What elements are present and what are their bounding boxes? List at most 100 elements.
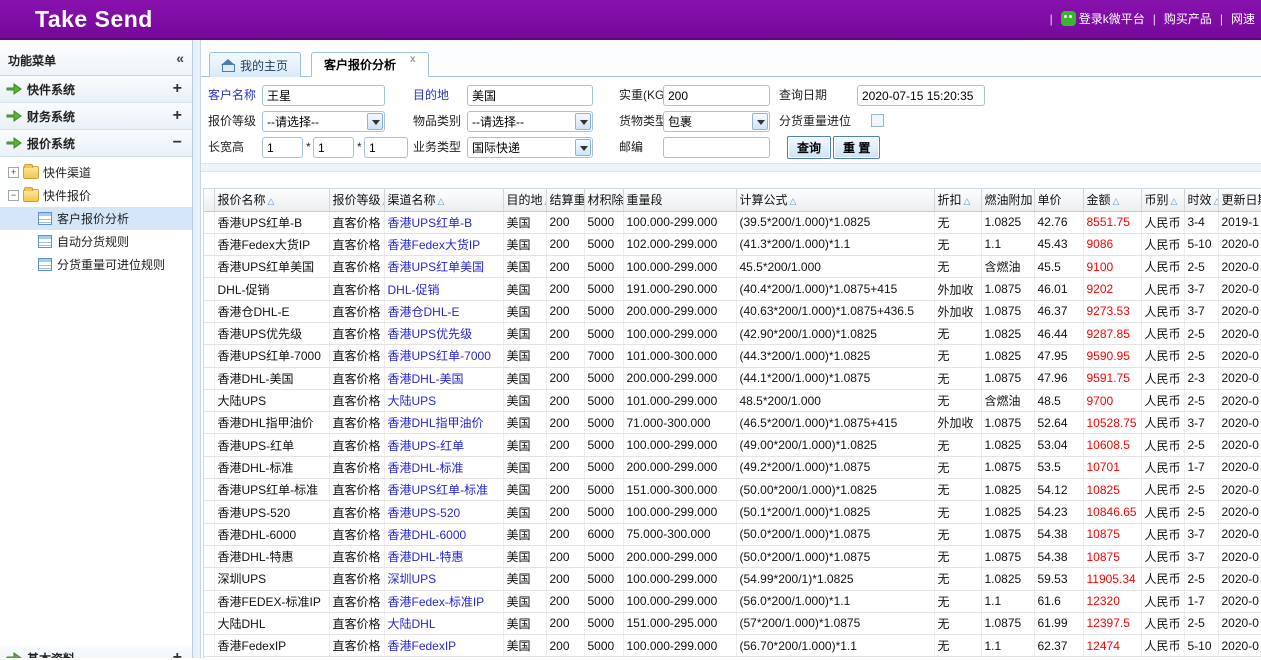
cell-channel[interactable]: 香港仓DHL-E	[384, 300, 503, 322]
table-row[interactable]: 香港UPS红单-7000直客价格香港UPS红单-7000美国2007000101…	[204, 345, 1261, 367]
column-header-amount[interactable]: 金额△	[1083, 189, 1141, 211]
tree-node-express-quote[interactable]: − 快件报价	[0, 184, 192, 207]
cell-channel[interactable]: 香港DHL-美国	[384, 367, 503, 389]
cell-channel[interactable]: 香港UPS优先级	[384, 322, 503, 344]
column-header-discount[interactable]: 折扣△	[934, 189, 981, 211]
destination-input[interactable]	[467, 85, 593, 106]
column-header-rowmark[interactable]	[204, 189, 214, 211]
tree-node-express-channel[interactable]: + 快件渠道	[0, 161, 192, 184]
cell-channel[interactable]: 香港DHL指甲油价	[384, 412, 503, 434]
item-category-select[interactable]: --请选择--	[467, 111, 593, 132]
column-header-fuel[interactable]: 燃油附加△	[981, 189, 1034, 211]
cell-channel[interactable]: 香港Fedex大货IP	[384, 233, 503, 255]
cargo-type-select[interactable]: 包裹	[663, 111, 770, 132]
tab-customer-quote-analysis[interactable]: 客户报价分析 x	[311, 52, 429, 77]
height-input[interactable]	[364, 137, 408, 158]
sidebar-collapse-icon[interactable]: «	[176, 52, 184, 75]
cell-aging: 2-5	[1184, 612, 1218, 634]
length-input[interactable]	[262, 137, 303, 158]
width-input[interactable]	[313, 137, 354, 158]
table-row[interactable]: 香港FedexIP直客价格香港FedexIP美国2005000100.000-2…	[204, 635, 1261, 657]
business-type-select[interactable]: 国际快递	[467, 137, 593, 158]
sort-icon[interactable]: △	[790, 196, 797, 206]
actual-weight-input[interactable]	[663, 85, 770, 106]
table-row[interactable]: 香港UPS-520直客价格香港UPS-520美国2005000100.000-2…	[204, 501, 1261, 523]
table-row[interactable]: 香港仓DHL-E直客价格香港仓DHL-E美国2005000200.000-299…	[204, 300, 1261, 322]
table-row[interactable]: 香港DHL-特惠直客价格香港DHL-特惠美国2005000200.000-299…	[204, 545, 1261, 567]
sort-icon[interactable]: △	[1171, 196, 1178, 206]
table-row[interactable]: 大陆UPS直客价格大陆UPS美国2005000101.000-299.00048…	[204, 389, 1261, 411]
cell-channel[interactable]: 大陆UPS	[384, 389, 503, 411]
cell-channel[interactable]: DHL-促销	[384, 278, 503, 300]
sort-icon[interactable]: △	[964, 196, 971, 206]
quote-grade-select[interactable]: --请选择--	[262, 111, 385, 132]
network-speed-link[interactable]: 网速	[1231, 10, 1255, 27]
table-row[interactable]: 香港DHL-标准直客价格香港DHL-标准美国2005000200.000-299…	[204, 456, 1261, 478]
column-header-aging[interactable]: 时效△	[1184, 189, 1218, 211]
column-header-settle-weight[interactable]: 结算重	[546, 189, 584, 211]
column-header-name[interactable]: 报价名称△	[214, 189, 329, 211]
cell-channel[interactable]: 香港FedexIP	[384, 635, 503, 657]
tree-leaf-split-weight-carry-rule[interactable]: 分货重量可进位规则	[0, 253, 192, 276]
column-header-dest[interactable]: 目的地△	[503, 189, 546, 211]
tree-collapse-icon[interactable]: −	[8, 190, 19, 201]
tree-leaf-auto-split-rule[interactable]: 自动分货规则	[0, 230, 192, 253]
cell-channel[interactable]: 香港UPS-520	[384, 501, 503, 523]
table-row[interactable]: 香港Fedex大货IP直客价格香港Fedex大货IP美国2005000102.0…	[204, 233, 1261, 255]
tree-expand-icon[interactable]: +	[8, 167, 19, 178]
cell-name: 大陆DHL	[214, 612, 329, 634]
cell-channel[interactable]: 香港UPS-红单	[384, 434, 503, 456]
table-row[interactable]: 香港DHL-美国直客价格香港DHL-美国美国2005000200.000-299…	[204, 367, 1261, 389]
sidebar-splitter[interactable]	[193, 40, 201, 658]
table-row[interactable]: 香港UPS红单美国直客价格香港UPS红单美国美国2005000100.000-2…	[204, 256, 1261, 278]
split-weight-carry-checkbox[interactable]	[871, 114, 884, 127]
column-header-channel[interactable]: 渠道名称△	[384, 189, 503, 211]
sort-icon[interactable]: △	[1113, 196, 1120, 206]
zip-code-input[interactable]	[663, 137, 770, 158]
table-row[interactable]: 香港DHL指甲油价直客价格香港DHL指甲油价美国200500071.000-30…	[204, 412, 1261, 434]
customer-name-input[interactable]	[262, 85, 385, 106]
sort-icon[interactable]: △	[438, 196, 445, 206]
cell-channel[interactable]: 香港UPS红单-B	[384, 211, 503, 233]
cell-channel[interactable]: 香港Fedex-标准IP	[384, 590, 503, 612]
column-header-formula[interactable]: 计算公式△	[736, 189, 934, 211]
column-header-updated[interactable]: 更新日期	[1218, 189, 1261, 211]
column-header-weight-range[interactable]: 重量段	[623, 189, 736, 211]
cell-channel[interactable]: 香港DHL-特惠	[384, 545, 503, 567]
buy-product-link[interactable]: 购买产品	[1164, 10, 1212, 27]
close-icon[interactable]: x	[410, 54, 416, 65]
cell-channel[interactable]: 香港DHL-标准	[384, 456, 503, 478]
column-header-unit-price[interactable]: 单价	[1034, 189, 1083, 211]
tree-leaf-customer-quote-analysis[interactable]: 客户报价分析	[0, 207, 192, 230]
sort-icon[interactable]: △	[268, 196, 275, 206]
table-row[interactable]: 香港FEDEX-标准IP直客价格香港Fedex-标准IP美国2005000100…	[204, 590, 1261, 612]
sidebar-item-quote-system[interactable]: 报价系统 −	[0, 130, 192, 157]
column-header-currency[interactable]: 币别△	[1141, 189, 1184, 211]
search-button[interactable]: 查询	[787, 136, 831, 159]
cell-channel[interactable]: 香港UPS红单-7000	[384, 345, 503, 367]
column-header-grade[interactable]: 报价等级△	[329, 189, 384, 211]
column-header-volume-divisor[interactable]: 材积除	[584, 189, 623, 211]
table-row[interactable]: 大陆DHL直客价格大陆DHL美国2005000151.000-295.000(5…	[204, 612, 1261, 634]
sidebar-item-express-system[interactable]: 快件系统 +	[0, 76, 192, 103]
cell-updated: 2020-0	[1218, 300, 1261, 322]
table-row[interactable]: 香港UPS红单-标准直客价格香港UPS红单-标准美国2005000151.000…	[204, 479, 1261, 501]
tab-my-homepage[interactable]: 我的主页	[209, 52, 301, 77]
reset-button[interactable]: 重 置	[833, 136, 880, 159]
table-row[interactable]: DHL-促销直客价格DHL-促销美国2005000191.000-290.000…	[204, 278, 1261, 300]
sidebar-item-finance-system[interactable]: 财务系统 +	[0, 103, 192, 130]
table-row[interactable]: 香港UPS-红单直客价格香港UPS-红单美国2005000100.000-299…	[204, 434, 1261, 456]
query-date-input[interactable]	[857, 85, 985, 106]
table-row[interactable]: 香港UPS优先级直客价格香港UPS优先级美国2005000100.000-299…	[204, 322, 1261, 344]
table-row[interactable]: 香港DHL-6000直客价格香港DHL-6000美国200600075.000-…	[204, 523, 1261, 545]
cell-channel[interactable]: 香港UPS红单-标准	[384, 479, 503, 501]
cell-channel[interactable]: 香港DHL-6000	[384, 523, 503, 545]
cell-channel[interactable]: 香港UPS红单美国	[384, 256, 503, 278]
cell-channel[interactable]: 深圳UPS	[384, 568, 503, 590]
table-row[interactable]: 深圳UPS直客价格深圳UPS美国2005000100.000-299.000(5…	[204, 568, 1261, 590]
login-wechat-link[interactable]: 登录k微平台	[1061, 10, 1145, 27]
cell-channel[interactable]: 大陆DHL	[384, 612, 503, 634]
sidebar-item-basic-data[interactable]: 基本资料 +	[0, 645, 192, 658]
table-row[interactable]: 香港UPS红单-B直客价格香港UPS红单-B美国2005000100.000-2…	[204, 211, 1261, 233]
cell-aging: 2-5	[1184, 256, 1218, 278]
